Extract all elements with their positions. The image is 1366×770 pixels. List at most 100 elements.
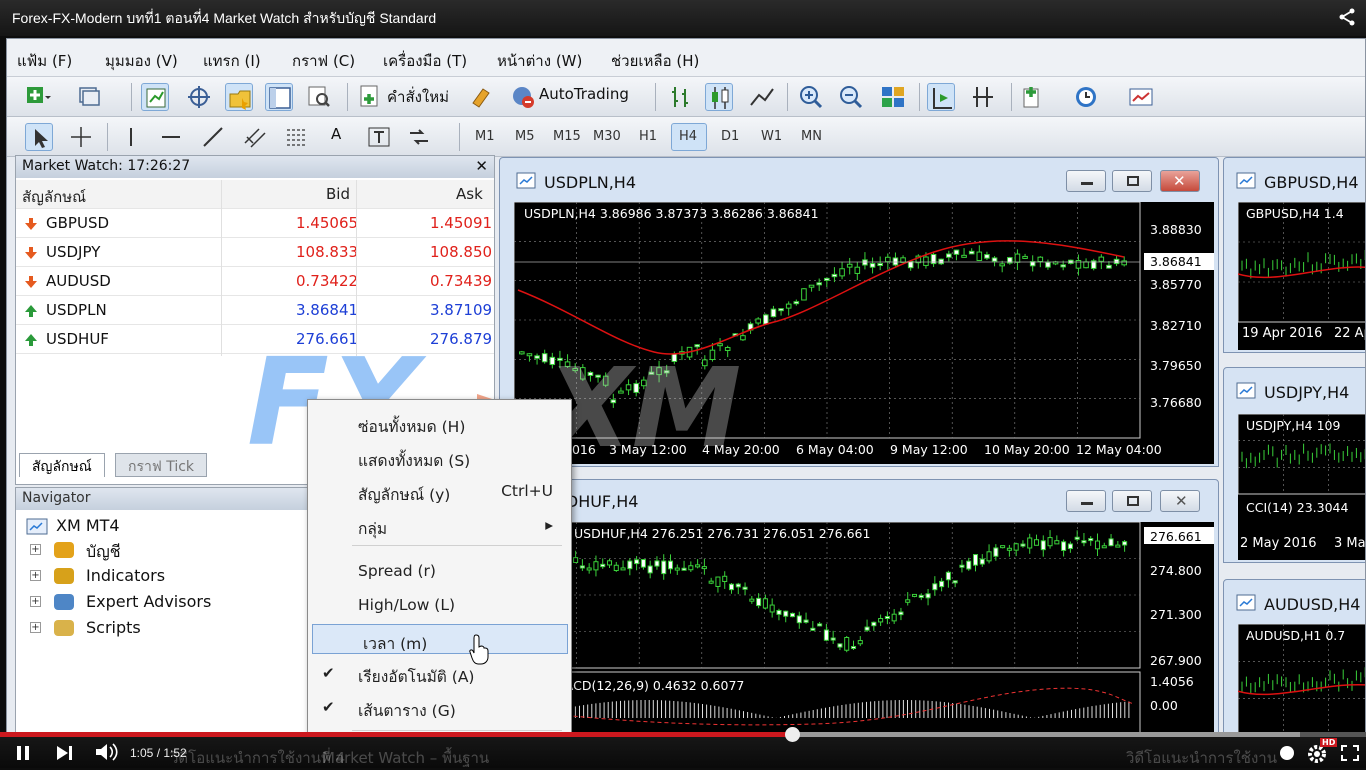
new-order-button[interactable]: คำสั่งใหม่	[387, 85, 449, 109]
share-icon[interactable]	[1338, 8, 1356, 26]
fullscreen-icon[interactable]	[1340, 744, 1360, 762]
menu-tools[interactable]: เครื่องมือ (T)	[383, 49, 467, 73]
timeframe-h1[interactable]: H1	[639, 129, 657, 144]
arrows-icon[interactable]	[405, 123, 433, 151]
timeframe-mn[interactable]: MN	[801, 129, 822, 144]
context-menu-item[interactable]: เรียงอัตโนมัติ (A) ✔	[308, 658, 571, 688]
expert-advisors-icon	[54, 594, 74, 610]
text-label-icon[interactable]	[365, 123, 393, 151]
metaeditor-icon[interactable]	[467, 83, 495, 111]
chart-shift-icon[interactable]	[969, 83, 997, 111]
context-menu-item[interactable]: กลุ่ม ▸	[308, 510, 571, 540]
fibonacci-icon[interactable]	[283, 123, 311, 151]
autotrading-button[interactable]: AutoTrading	[539, 85, 629, 103]
expand-icon[interactable]: +	[30, 570, 41, 581]
close-icon[interactable]: ✕	[475, 157, 488, 175]
profiles-icon[interactable]	[77, 83, 105, 111]
zoom-out-icon[interactable]	[837, 83, 865, 111]
navigator-item[interactable]: บัญชี	[86, 540, 121, 565]
trendline-icon[interactable]	[199, 123, 227, 151]
price-chart[interactable]: GBPUSD,H4 1.4 19 Apr 2016 22 Ap	[1238, 202, 1365, 350]
column-symbol[interactable]: สัญลักษณ์	[22, 185, 86, 209]
crosshair-icon[interactable]	[67, 123, 95, 151]
autotrading-icon[interactable]	[509, 83, 537, 111]
next-icon[interactable]	[54, 744, 76, 762]
context-menu-item[interactable]: แสดงทั้งหมด (S)	[308, 442, 571, 472]
column-bid[interactable]: Bid	[326, 185, 350, 203]
horizontal-line-icon[interactable]	[157, 123, 185, 151]
context-menu-item[interactable]: Spread (r)	[308, 556, 571, 586]
data-window-icon[interactable]	[185, 83, 213, 111]
timeframe-m5[interactable]: M5	[515, 129, 535, 144]
new-order-icon[interactable]	[357, 83, 385, 111]
context-menu-item[interactable]: เส้นตาราง (G) ✔	[308, 692, 571, 722]
volume-icon[interactable]	[94, 742, 120, 762]
timeframe-w1[interactable]: W1	[761, 129, 782, 144]
minimize-button[interactable]	[1066, 170, 1106, 192]
new-chart-icon[interactable]	[23, 83, 51, 111]
context-menu-item[interactable]: สัญลักษณ์ (y) Ctrl+U	[308, 476, 571, 506]
pause-icon[interactable]	[14, 744, 32, 762]
context-menu-item[interactable]: High/Low (L)	[308, 590, 571, 620]
table-row[interactable]: USDJPY 108.833 108.850	[16, 238, 494, 267]
close-button[interactable]: ✕	[1160, 170, 1200, 192]
table-row[interactable]: GBPUSD 1.45065 1.45091	[16, 209, 494, 238]
progress-knob[interactable]	[785, 727, 801, 742]
expand-icon[interactable]: +	[30, 596, 41, 607]
periods-icon[interactable]	[1073, 83, 1101, 111]
expand-icon[interactable]: +	[30, 622, 41, 633]
close-button[interactable]: ✕	[1160, 490, 1200, 512]
tab-tick-chart[interactable]: กราฟ Tick	[115, 453, 208, 477]
strategy-tester-icon[interactable]	[305, 83, 333, 111]
navigator-item[interactable]: Indicators	[86, 566, 165, 585]
menu-insert[interactable]: แทรก (I)	[203, 49, 261, 73]
timeframe-m15[interactable]: M15	[553, 129, 581, 144]
maximize-button[interactable]	[1112, 170, 1152, 192]
menu-help[interactable]: ช่วยเหลือ (H)	[611, 49, 699, 73]
timeframe-m1[interactable]: M1	[475, 129, 495, 144]
price-chart[interactable]: AUDUSD,H1 0.7	[1238, 624, 1365, 732]
menu-charts[interactable]: กราฟ (C)	[292, 49, 355, 73]
indicators-icon[interactable]	[1021, 83, 1049, 111]
timeframe-h4[interactable]: H4	[679, 129, 697, 144]
minimize-button[interactable]	[1066, 490, 1106, 512]
table-row[interactable]: USDPLN 3.86841 3.87109	[16, 296, 494, 325]
context-menu-item[interactable]: เวลา (m)	[312, 624, 568, 654]
terminal-toggle-icon[interactable]	[265, 83, 293, 111]
menu-view[interactable]: มุมมอง (V)	[105, 49, 178, 73]
context-menu-item[interactable]: ซ่อนทั้งหมด (H)	[308, 408, 571, 438]
tab-symbols[interactable]: สัญลักษณ์	[19, 453, 105, 477]
line-chart-icon[interactable]	[747, 83, 775, 111]
vertical-line-icon[interactable]	[117, 123, 145, 151]
timeframe-d1[interactable]: D1	[721, 129, 739, 144]
info-icon[interactable]	[1278, 744, 1296, 762]
price-chart[interactable]: USDJPY,H4 109 CCI(14) 23.3044 2 May 2016…	[1238, 414, 1365, 560]
price-chart[interactable]: 3.88830 3.86841 3.85770 3.82710 3.79650 3.766…	[514, 202, 1214, 464]
navigator-toggle-icon[interactable]	[225, 83, 253, 111]
table-row[interactable]: AUDUSD 0.73422 0.73439	[16, 267, 494, 296]
equidistant-channel-icon[interactable]	[241, 123, 269, 151]
text-tool-button[interactable]: A	[331, 125, 341, 143]
cursor-icon[interactable]	[25, 123, 53, 151]
maximize-button[interactable]	[1112, 490, 1152, 512]
progress-bar[interactable]	[0, 727, 1366, 742]
navigator-item[interactable]: Scripts	[86, 618, 141, 637]
templates-icon[interactable]	[1127, 83, 1155, 111]
menu-window[interactable]: หน้าต่าง (W)	[497, 49, 582, 73]
zoom-in-icon[interactable]	[797, 83, 825, 111]
indicator-info: CCI(14) 23.3044	[1246, 500, 1349, 515]
candlestick-chart-icon[interactable]	[705, 83, 733, 111]
navigator-root[interactable]: XM MT4	[56, 516, 120, 535]
bar-chart-icon[interactable]	[667, 83, 695, 111]
column-ask[interactable]: Ask	[456, 185, 483, 203]
timeframe-m30[interactable]: M30	[593, 129, 621, 144]
expand-icon[interactable]: +	[30, 544, 41, 555]
table-row[interactable]: USDHUF 276.661 276.879	[16, 325, 494, 354]
navigator-item[interactable]: Expert Advisors	[86, 592, 211, 611]
chart-window-icon	[1236, 382, 1256, 399]
tile-windows-icon[interactable]	[879, 83, 907, 111]
menu-file[interactable]: แฟ้ม (F)	[17, 49, 72, 73]
market-watch-toggle-icon[interactable]	[141, 83, 169, 111]
price-chart[interactable]: 276.661 274.800 271.300 267.900 1.4056 0.00 U…	[514, 522, 1214, 732]
auto-scroll-icon[interactable]	[927, 83, 955, 111]
